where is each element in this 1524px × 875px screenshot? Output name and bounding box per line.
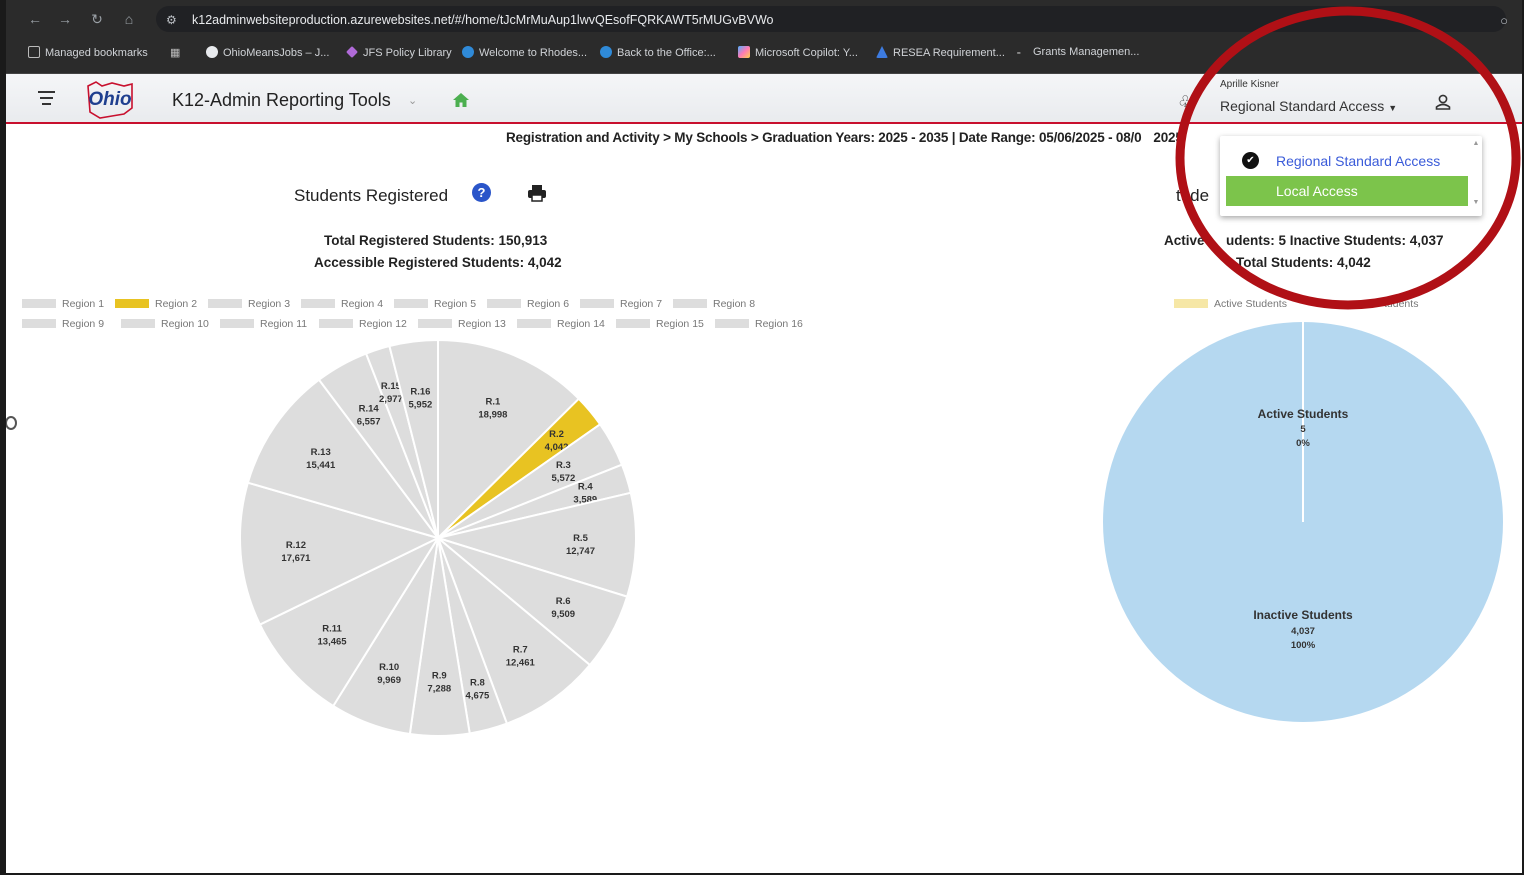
selected-check-icon: ✔ [1242,152,1259,169]
resize-handle[interactable] [6,416,17,430]
slice-label: Active Students [1258,407,1349,421]
menu-option-regional[interactable]: ✔ Regional Standard Access [1220,144,1468,174]
access-level-menu: ✔ Regional Standard Access Local Access … [1220,136,1482,216]
scroll-up-icon: ▲ [1472,140,1480,147]
slice-label: Inactive Students [1253,608,1353,622]
menu-scrollbar[interactable]: ▲ ▼ [1472,140,1480,212]
slice-value-label: 4,037 [1291,626,1315,637]
student-status-pie: Active Students 5 0% Inactive Students 4,037… [1103,322,1503,722]
menu-option-local[interactable]: Local Access [1226,176,1468,206]
slice-value-label: 5 [1300,424,1306,435]
screenshot-frame: ← → ↻ ⌂ ⚙ k12adminwebsiteproduction.azur… [0,0,1524,875]
scroll-down-icon: ▼ [1472,199,1480,206]
slice-percent-label: 100% [1291,640,1316,651]
slice-percent-label: 0% [1296,438,1310,449]
menu-option-label: Regional Standard Access [1276,153,1441,169]
menu-option-label: Local Access [1276,183,1358,199]
